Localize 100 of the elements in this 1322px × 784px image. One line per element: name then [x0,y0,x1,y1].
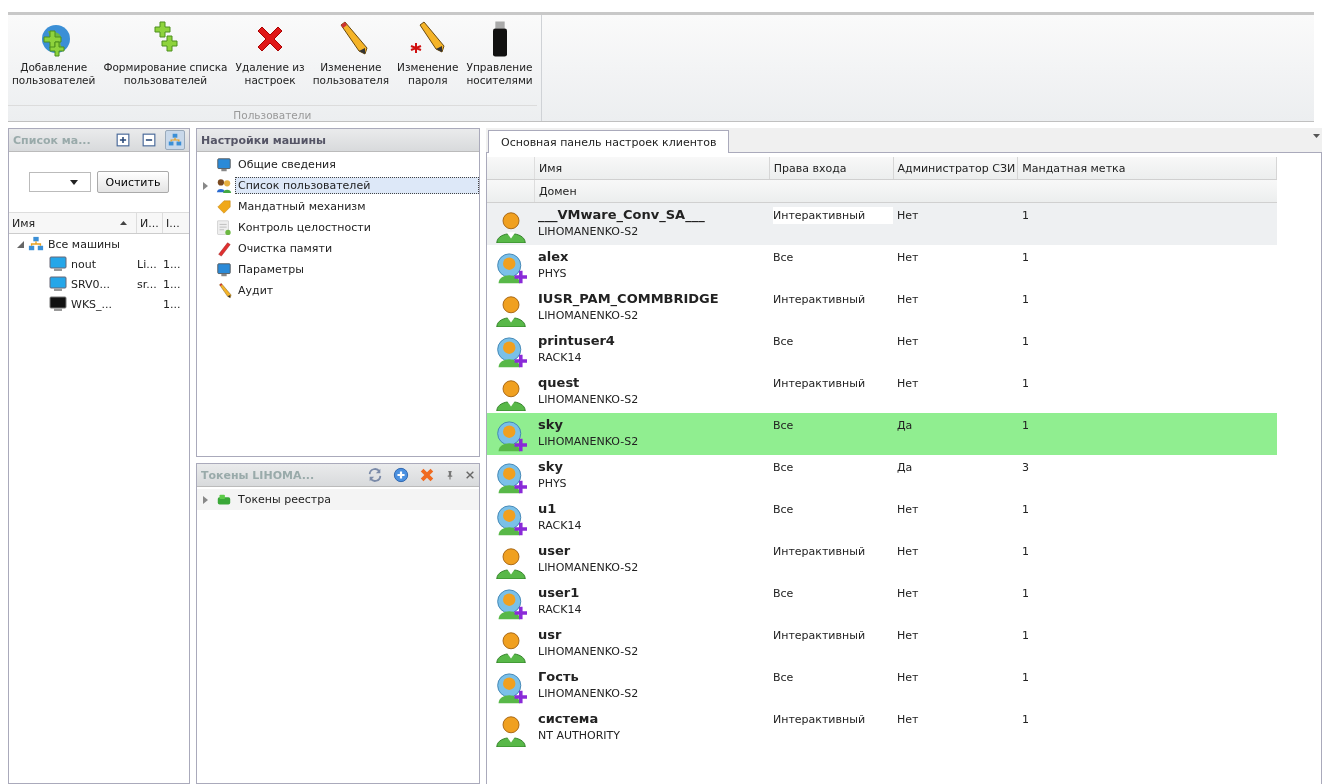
column-header[interactable]: Права входа [769,157,894,179]
table-cell-text: Нет [897,334,920,350]
ribbon-button[interactable]: Изменение пароля [393,21,463,87]
ribbon-button[interactable]: Формирование списка пользователей [99,21,232,87]
user-name: printuser4 [538,333,616,348]
table-cell-text: Все [773,670,795,686]
item-label: WKS_... [71,297,113,311]
expand-arrow-icon[interactable] [203,181,208,190]
column-header[interactable]: I... [163,213,189,233]
tree-item[interactable]: WKS_... 1... [9,294,189,314]
table-row[interactable]: IUSR_PAM_COMMBRIDGE LIHOMANENKO-S2 Интерактивный Нет 1 [487,287,1277,329]
table-row[interactable]: u1 RACK14 Все Нет 1 [487,497,1277,539]
table-cell-text: Интерактивный [773,376,867,392]
column-header[interactable]: Мандатная метка [1018,157,1277,179]
table-row[interactable]: sky LIHOMANENKO-S2 Все Да 1 [487,413,1277,455]
user-icon [494,379,527,411]
tree-item[interactable]: Параметры [235,261,307,278]
domain-text: LIHOMANENKO-S2 [538,687,640,700]
user-add-icon [494,589,527,621]
table-cell-text: 1 [1022,712,1030,728]
tree-item[interactable]: Аудит [235,282,277,299]
table-cell-text: Интерактивный [773,544,867,560]
tree-item[interactable]: Мандатный механизм [235,198,369,215]
item-text: 1... [163,297,181,311]
tree-item[interactable]: Общие сведения [235,156,339,173]
tab[interactable]: Основная панель настроек клиентов [488,130,730,153]
tree-item[interactable]: Контроль целостности [235,219,374,236]
domain-text: RACK14 [538,351,583,364]
table-cell-text: Нет [897,250,920,266]
table-row[interactable]: usr LIHOMANENKO-S2 Интерактивный Нет 1 [487,623,1277,665]
user-icon [494,631,527,663]
table-row[interactable]: ___VMware_Conv_SA___ LIHOMANENKO-S2 Интерактивный Нет 1 [487,203,1277,245]
delete-icon[interactable] [419,467,435,483]
table-row[interactable]: printuser4 RACK14 Все Нет 1 [487,329,1277,371]
user-name: quest [538,375,581,390]
pin-icon[interactable] [445,470,455,480]
ribbon-button[interactable]: Добавление пользователей [8,21,100,87]
ribbon-button[interactable]: Удаление из настроек [231,21,309,87]
usb-drive-icon [492,21,507,57]
column-header[interactable]: Имя [535,157,770,179]
toolbar-button[interactable] [165,130,185,150]
refresh-icon[interactable] [367,467,383,483]
table-cell-text: Интерактивный [773,292,867,308]
expand-arrow-icon[interactable] [203,495,208,504]
item-text: 1... [163,277,181,291]
user-add-icon [494,253,527,285]
column-header[interactable]: И... [137,213,163,233]
table-cell-text: 1 [1022,334,1030,350]
table-cell-text: Нет [897,712,920,728]
tag-icon [216,198,232,215]
item-label: SRV0... [71,277,111,291]
table-row[interactable]: quest LIHOMANENKO-S2 Интерактивный Нет 1 [487,371,1277,413]
eraser-icon [216,240,232,257]
table-row[interactable]: Гость LIHOMANENKO-S2 Все Нет 1 [487,665,1277,707]
document-icon [216,219,232,236]
table-cell-text: Нет [897,208,920,224]
column-header[interactable]: Имя [9,213,137,233]
user-name: sky [538,417,564,432]
table-cell-text: Все [773,502,795,518]
table-row[interactable]: user1 RACK14 Все Нет 1 [487,581,1277,623]
item-label: Все машины [48,237,120,251]
ribbon-button[interactable]: Управление носителями [462,21,537,87]
user-name: user [538,543,572,558]
domain-text: PHYS [538,267,568,280]
close-icon[interactable] [465,470,475,480]
table-cell-text: Нет [897,544,920,560]
table-cell: Интерактивный [773,207,893,224]
clear-button[interactable]: Очистить [96,171,170,193]
tree-item[interactable]: nout Li... 1... [9,254,189,274]
domain-text: PHYS [538,477,568,490]
table-cell-text: Нет [897,628,920,644]
user-name: sky [538,459,564,474]
ribbon-button[interactable]: Изменение пользователя [308,21,394,87]
table-row[interactable]: user LIHOMANENKO-S2 Интерактивный Нет 1 [487,539,1277,581]
add-icon[interactable] [393,467,409,483]
user-icon [494,211,527,243]
user-icon [494,295,527,327]
table-row[interactable]: система NT AUTHORITY Интерактивный Нет 1 [487,707,1277,749]
user-name: ___VMware_Conv_SA___ [538,207,706,222]
tree-item[interactable]: Все машины [9,234,189,254]
column-header[interactable]: Администратор СЗИ [893,157,1019,179]
table-row[interactable]: sky PHYS Все Да 3 [487,455,1277,497]
user-name: user1 [538,585,581,600]
collapse-arrow-icon[interactable] [17,240,24,248]
dropdown-icon[interactable] [1313,134,1320,138]
tree-item[interactable]: SRV0... sr... 1... [9,274,189,294]
domain-text: LIHOMANENKO-S2 [538,561,640,574]
panel-title: Токены LIHOMA... [201,468,316,482]
tree-item[interactable]: Очистка памяти [235,240,336,257]
user-add-icon [494,673,527,705]
table-cell-text: 3 [1022,460,1030,476]
table-cell-text: Интерактивный [773,628,867,644]
user-name: alex [538,249,570,264]
filter-combo[interactable] [28,172,91,192]
monitor-icon [216,261,232,278]
table-cell-text: 1 [1022,376,1030,392]
tree-item[interactable]: Список пользователей [235,177,479,194]
table-cell-text: Все [773,418,795,434]
table-row[interactable]: alex PHYS Все Нет 1 [487,245,1277,287]
table-cell-text: Нет [897,586,920,602]
